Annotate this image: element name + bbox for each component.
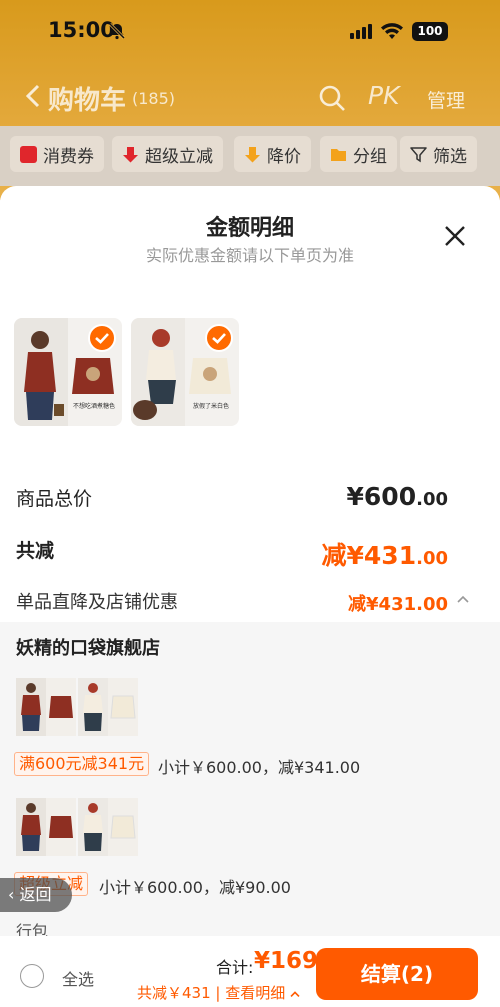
- mini-product-image: [46, 678, 76, 736]
- view-detail-link[interactable]: 共减￥431 | 查看明细: [137, 982, 300, 1003]
- total-price-main: ¥600: [346, 482, 417, 511]
- back-chevron-icon[interactable]: [26, 84, 40, 108]
- filter-screen[interactable]: 筛选: [400, 136, 477, 172]
- arrow-down-icon: [123, 146, 138, 162]
- close-icon[interactable]: [443, 224, 467, 248]
- filter-super-discount[interactable]: 超级立减: [112, 136, 223, 172]
- reduce-label: 共减: [16, 540, 55, 562]
- filter-label: 消费券: [43, 146, 94, 167]
- sheet-subtitle: 实际优惠金额请以下单页为准: [145, 246, 354, 265]
- back-float-label: 返回: [19, 885, 52, 904]
- battery-indicator: 100: [412, 22, 448, 41]
- check-icon: [205, 324, 233, 352]
- product-caption: 不想吃酒煮糖色: [72, 403, 115, 410]
- filter-bar: 消费券 超级立减 降价 分组 筛选: [0, 126, 500, 186]
- reduce-decimal: .00: [416, 548, 448, 569]
- check-icon: [88, 324, 116, 352]
- mini-product-image: [16, 678, 46, 736]
- coupon-icon: [20, 145, 37, 163]
- product-thumbnail[interactable]: 放假了米白色: [131, 318, 239, 426]
- group-subtotal: 小计￥600.00，减¥341.00: [158, 758, 361, 777]
- total-price-decimal: .00: [416, 489, 448, 510]
- page-title: 购物车: [48, 86, 127, 116]
- filter-group[interactable]: 分组: [320, 136, 397, 172]
- saving-text: 共减￥431 | 查看明细: [137, 984, 286, 1002]
- mini-product-image: [108, 678, 138, 736]
- mini-product-image: [78, 798, 108, 856]
- chevron-up-icon[interactable]: [457, 594, 469, 604]
- status-time: 15:00: [48, 18, 115, 42]
- discount-detail-label[interactable]: 单品直降及店铺优惠: [16, 588, 178, 614]
- total-price-value: ¥600.00: [347, 482, 448, 511]
- filter-label: 筛选: [433, 146, 467, 167]
- sheet-title: 金额明细: [205, 216, 294, 241]
- checkout-button[interactable]: 结算(2): [316, 948, 478, 1000]
- mini-product-image: [78, 678, 108, 736]
- product-caption: 放假了米白色: [192, 403, 229, 410]
- search-icon[interactable]: [318, 84, 346, 112]
- wifi-icon: [381, 23, 403, 39]
- group-subtotal: 小计￥600.00，减¥90.00: [99, 878, 291, 897]
- manage-button[interactable]: 管理: [427, 86, 465, 113]
- filter-label: 降价: [267, 146, 301, 167]
- total-price-label: 商品总价: [16, 488, 93, 510]
- mini-product-image: [16, 798, 46, 856]
- cart-header: 购物车 (185) PK 管理: [0, 74, 500, 122]
- pk-button[interactable]: PK: [368, 81, 399, 110]
- reduce-main: 减¥431: [321, 541, 417, 570]
- chevron-up-icon: [290, 991, 300, 997]
- checkout-bar: 全选 合计: ¥169 共减￥431 | 查看明细 结算(2): [0, 936, 500, 1007]
- total-amount: ¥169: [254, 948, 319, 974]
- cart-item-count: (185): [132, 89, 176, 108]
- filter-label: 分组: [353, 146, 387, 167]
- filter-coupon[interactable]: 消费券: [10, 136, 104, 172]
- price-drop-icon: [245, 146, 260, 162]
- mini-product-image: [108, 798, 138, 856]
- select-all-radio[interactable]: [20, 964, 44, 988]
- back-float-button[interactable]: ‹ 返回: [0, 878, 72, 912]
- filter-label: 超级立减: [145, 146, 213, 167]
- product-thumbnail[interactable]: 不想吃酒煮糖色: [14, 318, 122, 426]
- shop-name: 妖精的口袋旗舰店: [16, 638, 160, 659]
- mini-product-image: [46, 798, 76, 856]
- bell-off-icon: [108, 22, 126, 40]
- discount-detail-value[interactable]: 减¥431.00: [348, 590, 448, 616]
- filter-price-drop[interactable]: 降价: [234, 136, 311, 172]
- folder-icon: [331, 148, 346, 161]
- cell-signal-icon: [350, 24, 372, 39]
- select-all-label[interactable]: 全选: [62, 966, 94, 990]
- promo-tag: 满600元减341元: [14, 752, 150, 776]
- amount-detail-sheet: 金额明细 实际优惠金额请以下单页为准 不想吃酒煮糖色 放假了米白色 商品总价 ¥…: [0, 186, 500, 1007]
- status-bar: 15:00 100: [0, 0, 500, 62]
- reduce-value: 减¥431.00: [322, 536, 448, 572]
- filter-icon: [410, 146, 427, 162]
- total-label: 合计:: [216, 958, 254, 977]
